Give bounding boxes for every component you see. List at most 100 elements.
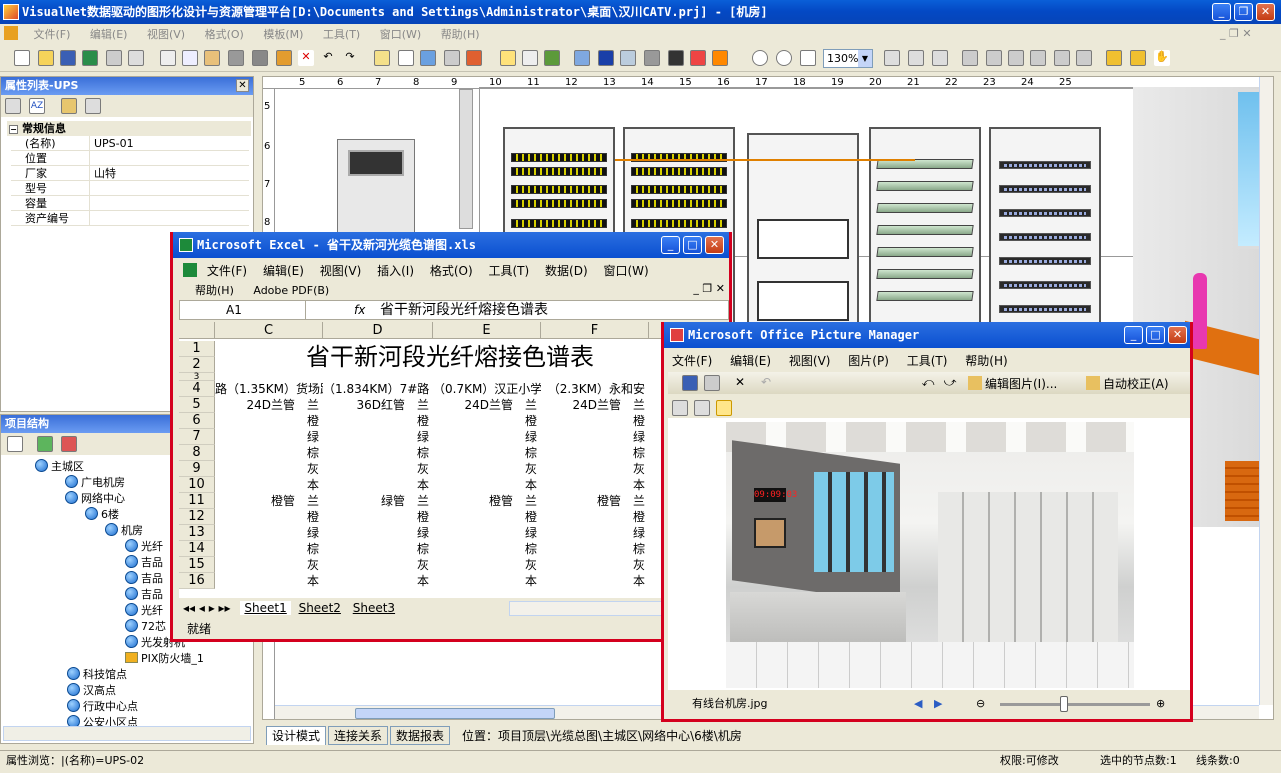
zoom-fit-icon[interactable]	[800, 50, 816, 66]
prop-row-model[interactable]: 型号	[11, 181, 249, 196]
grid-toggle-icon[interactable]	[1106, 50, 1122, 66]
cell[interactable]: 本	[215, 573, 323, 589]
property-pages-icon[interactable]	[61, 98, 77, 114]
paste-icon[interactable]	[204, 50, 220, 66]
cell[interactable]: 橙	[433, 413, 541, 429]
column-header[interactable]: C	[215, 322, 323, 339]
binoculars-icon[interactable]	[668, 50, 684, 66]
picmgr-menu-item[interactable]: 工具(T)	[907, 354, 948, 368]
cell[interactable]: 棕	[433, 445, 541, 461]
copy-icon[interactable]	[182, 50, 198, 66]
cell[interactable]: （0.7KM）汉正小学	[433, 381, 541, 397]
picmgr-menu-item[interactable]: 编辑(E)	[730, 354, 771, 368]
tree-scrollbar[interactable]	[3, 726, 251, 741]
row-header[interactable]: 14	[179, 541, 215, 557]
picmgr-maximize-button[interactable]: □	[1146, 326, 1165, 344]
align-right-icon[interactable]	[1008, 50, 1024, 66]
rotate-right-icon[interactable]: ⤻	[942, 375, 958, 391]
next-picture-icon[interactable]: ▶	[934, 694, 942, 714]
arrange-icon[interactable]	[908, 50, 924, 66]
cell[interactable]: 灰	[323, 461, 433, 477]
prop-row-vendor[interactable]: 厂家 山特	[11, 166, 249, 181]
picmgr-close-button[interactable]: ✕	[1168, 326, 1187, 344]
move-down-icon[interactable]	[61, 436, 77, 452]
tree-node[interactable]: 吉品	[125, 587, 163, 603]
zoom-out-icon[interactable]	[776, 50, 792, 66]
menu-help[interactable]: 帮助(H)	[433, 24, 488, 46]
scroll-thumb[interactable]	[355, 708, 555, 719]
tree-node[interactable]: 行政中心点	[67, 699, 138, 715]
cell[interactable]: 橙	[323, 509, 433, 525]
cell[interactable]: 绿管 兰	[323, 493, 433, 509]
save-icon[interactable]	[60, 50, 76, 66]
row-header[interactable]: 15	[179, 557, 215, 573]
row-header[interactable]: 1	[179, 341, 215, 357]
prop-row-name[interactable]: (名称) UPS-01	[11, 136, 249, 151]
cell[interactable]: 绿	[323, 525, 433, 541]
excel-menu-item[interactable]: 插入(I)	[377, 264, 414, 278]
excel-menu-item[interactable]: 数据(D)	[545, 264, 588, 278]
menu-template[interactable]: 模板(M)	[255, 24, 311, 46]
prev-picture-icon[interactable]: ◀	[914, 694, 922, 714]
find-icon[interactable]	[444, 50, 460, 66]
tree-icon[interactable]	[398, 50, 414, 66]
align-left-icon[interactable]	[962, 50, 978, 66]
column-header[interactable]: E	[433, 322, 541, 339]
print-icon[interactable]	[106, 50, 122, 66]
book-icon[interactable]	[544, 50, 560, 66]
print-icon[interactable]	[704, 375, 720, 391]
zoom-out-icon[interactable]: ⊖	[976, 694, 985, 714]
save-icon[interactable]	[682, 375, 698, 391]
menu-format[interactable]: 格式(O)	[197, 24, 252, 46]
zoom-slider-thumb[interactable]	[1060, 696, 1068, 712]
row-header[interactable]: 5	[179, 397, 215, 413]
cell[interactable]: 绿	[541, 525, 649, 541]
preview-icon[interactable]	[128, 50, 144, 66]
row-header[interactable]: 2	[179, 357, 215, 373]
cell[interactable]: 棕	[541, 445, 649, 461]
align-center-icon[interactable]	[986, 50, 1002, 66]
cell[interactable]: 棕	[323, 541, 433, 557]
auto-correct-button[interactable]: 自动校正(A)	[1086, 375, 1169, 392]
menu-tools[interactable]: 工具(T)	[315, 24, 368, 46]
cell[interactable]: 灰	[323, 557, 433, 573]
cell[interactable]: 本	[215, 477, 323, 493]
align-top-icon[interactable]	[1030, 50, 1046, 66]
prop-value[interactable]: UPS-01	[89, 136, 134, 151]
network-icon[interactable]	[574, 50, 590, 66]
excel-menu-item[interactable]: 帮助(H)	[195, 284, 234, 297]
new-icon[interactable]	[14, 50, 30, 66]
cell[interactable]: 棕	[323, 445, 433, 461]
column-header[interactable]: D	[323, 322, 433, 339]
cycle-icon[interactable]	[690, 50, 706, 66]
table-icon[interactable]	[276, 50, 292, 66]
cell[interactable]: 橙管 兰	[541, 493, 649, 509]
equipment-box[interactable]	[757, 219, 849, 259]
cell[interactable]: 灰	[433, 461, 541, 477]
cell[interactable]: 24D兰管 兰	[433, 397, 541, 413]
cell[interactable]: 路（1.35KM）货场路	[215, 381, 323, 397]
expand-all-icon[interactable]	[7, 436, 23, 452]
sheet-nav-icons[interactable]: ◂◂ ◂ ▸ ▸▸	[183, 601, 231, 615]
cell[interactable]: 36D红管 兰	[323, 397, 433, 413]
excel-menu-item[interactable]: 窗口(W)	[603, 264, 648, 278]
menu-view[interactable]: 视图(V)	[139, 24, 193, 46]
excel-menu-item[interactable]: 格式(O)	[430, 264, 473, 278]
formula-input[interactable]: 省干新河段光纤熔接色谱表	[380, 302, 548, 319]
row-header[interactable]: 8	[179, 445, 215, 461]
grid-icon[interactable]	[228, 50, 244, 66]
row-header[interactable]: 4	[179, 381, 215, 397]
picmgr-menu-item[interactable]: 图片(P)	[848, 354, 889, 368]
up-level-icon[interactable]	[374, 50, 390, 66]
row-header[interactable]: 10	[179, 477, 215, 493]
move-up-icon[interactable]	[37, 436, 53, 452]
tree-node[interactable]: 6楼	[85, 507, 119, 523]
cell[interactable]: 绿	[433, 525, 541, 541]
row-header[interactable]: 7	[179, 429, 215, 445]
hand-icon[interactable]: ✋	[1154, 50, 1170, 66]
tree-node[interactable]: 科技馆点	[67, 667, 127, 683]
prop-row-location[interactable]: 位置	[11, 151, 249, 166]
connection-line[interactable]	[615, 159, 915, 161]
cell[interactable]: 本	[433, 477, 541, 493]
single-view-icon[interactable]	[716, 400, 732, 416]
